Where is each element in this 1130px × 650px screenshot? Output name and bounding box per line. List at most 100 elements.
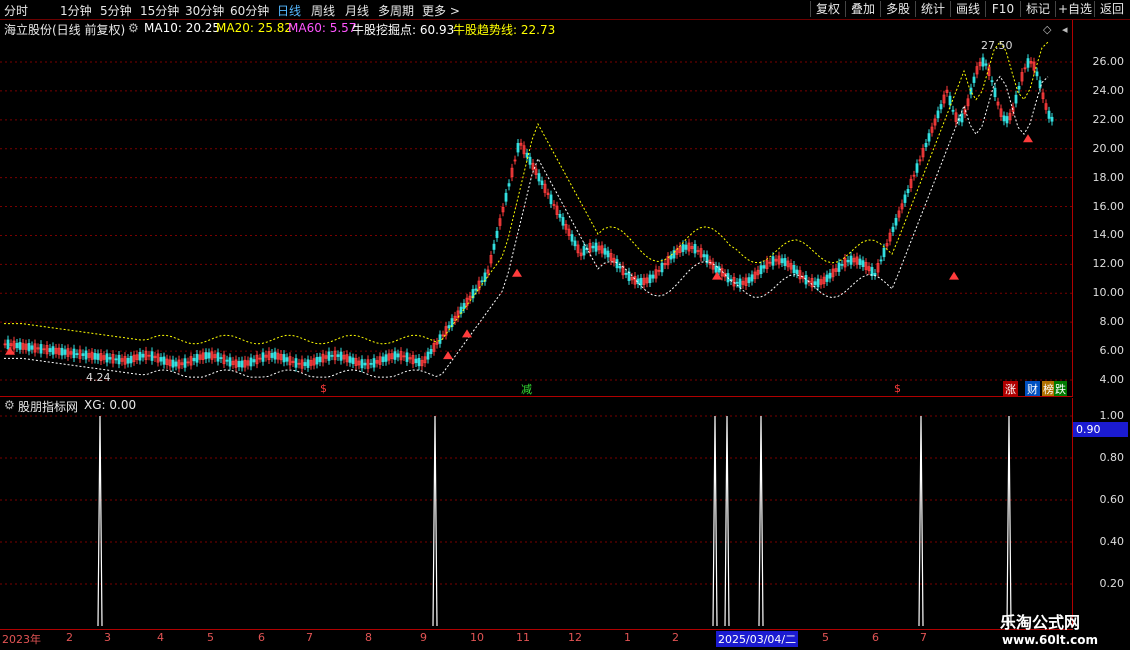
price-tick-label: 18.00 <box>1092 170 1125 184</box>
pane-separator <box>0 396 1073 397</box>
candle-body <box>150 351 154 361</box>
period-tab-5min[interactable]: 5分钟 <box>100 2 132 19</box>
candle-body <box>195 353 199 363</box>
tag-finance[interactable]: 财 <box>1025 381 1040 397</box>
date-axis-label: 2023年 <box>2 633 41 646</box>
watermark-title: 乐淘公式网 <box>1000 613 1081 632</box>
candle-body <box>474 288 478 291</box>
draw-line-button[interactable]: 画线 <box>950 1 985 17</box>
date-axis-label: 11 <box>516 631 530 644</box>
period-tab-daily[interactable]: 日线 <box>277 2 301 19</box>
candle-body <box>315 356 319 365</box>
fq-button[interactable]: 复权 <box>810 1 845 17</box>
candle-body <box>1002 115 1006 122</box>
overlay-button[interactable]: 叠加 <box>845 1 880 17</box>
candle-body <box>306 359 310 368</box>
signal-spike <box>918 415 924 627</box>
back-button[interactable]: 返回 <box>1094 1 1129 17</box>
candle-body <box>951 109 955 112</box>
price-axis: 26.00 24.00 22.00 20.00 18.00 16.00 14.00 12.00… <box>1072 20 1130 396</box>
period-tab-monthly[interactable]: 月线 <box>345 2 369 19</box>
candle-body <box>108 357 112 360</box>
candle-body <box>972 76 976 83</box>
period-tab-30min[interactable]: 30分钟 <box>185 2 224 19</box>
candle-body <box>117 354 121 365</box>
candle-body <box>984 63 988 66</box>
candle-body <box>207 352 211 359</box>
stats-button[interactable]: 统计 <box>915 1 950 17</box>
candle-body <box>294 358 298 368</box>
add-watchlist-button[interactable]: +自选 <box>1055 1 1094 17</box>
candle-body <box>414 358 418 364</box>
signal-indicator-chart[interactable] <box>0 398 1073 628</box>
date-axis-label: 8 <box>365 631 372 644</box>
candle-body <box>540 180 544 186</box>
candle-body <box>381 356 385 363</box>
candlestick-chart[interactable] <box>0 20 1073 396</box>
candle-body <box>948 95 952 106</box>
tag-rise[interactable]: 涨 <box>1003 381 1018 397</box>
candle-body <box>735 281 739 284</box>
sub-tick-label: 0.80 <box>1099 451 1125 464</box>
candle-body <box>225 359 229 362</box>
candle-body <box>504 192 508 202</box>
period-tab-weekly[interactable]: 周线 <box>311 2 335 19</box>
signal-spikes <box>97 415 1012 627</box>
date-axis-label: 2025/03/04/二 <box>716 631 799 647</box>
price-tick-label: 26.00 <box>1092 55 1125 68</box>
candle-body <box>72 348 76 359</box>
sub-tick-label: 0.60 <box>1099 493 1125 506</box>
period-tab-multi[interactable]: 多周期 <box>378 2 414 19</box>
candle-body <box>93 352 97 360</box>
period-tab-fenshi[interactable]: 分时 <box>4 2 28 19</box>
candle-body <box>138 352 142 361</box>
watermark-url: www.60lt.com <box>1002 633 1099 647</box>
candle-body <box>891 226 895 233</box>
mark-button[interactable]: 标记 <box>1020 1 1055 17</box>
candle-body <box>507 183 511 187</box>
candle-body <box>63 349 67 355</box>
candle-body <box>60 347 64 356</box>
candle-body <box>27 343 31 352</box>
candle-body <box>363 362 367 366</box>
date-axis-label: 4 <box>157 631 164 644</box>
sub-tick-label: 0.20 <box>1099 577 1125 590</box>
ma-lines <box>4 40 1049 378</box>
price-tick-label: 16.00 <box>1092 199 1125 213</box>
candle-body <box>594 242 598 252</box>
period-tab-more[interactable]: 更多 > <box>422 2 460 19</box>
signal-spike <box>758 415 764 627</box>
candle-body <box>96 353 100 360</box>
candle-body <box>1014 94 1018 104</box>
candle-body <box>18 342 22 350</box>
price-tick-label: 4.00 <box>1099 373 1125 386</box>
marker-dollar-2: $ <box>894 382 901 395</box>
crosshair-value-box: 0.90 <box>1073 422 1128 437</box>
candle-body <box>183 358 187 368</box>
tag-fall[interactable]: 跌 <box>1054 381 1067 397</box>
candle-body <box>906 189 910 194</box>
candle-body <box>114 358 118 361</box>
period-tab-15min[interactable]: 15分钟 <box>140 2 179 19</box>
candle-body <box>780 258 784 264</box>
f10-button[interactable]: F10 <box>985 1 1020 17</box>
multi-stock-button[interactable]: 多股 <box>880 1 915 17</box>
candle-body <box>81 353 85 356</box>
candle-body <box>924 142 928 148</box>
candle-body <box>1038 80 1042 89</box>
period-tab-60min[interactable]: 60分钟 <box>230 2 269 19</box>
candle-body <box>738 278 742 288</box>
date-axis-label: 10 <box>470 631 484 644</box>
candle-body <box>639 277 643 286</box>
marker-reduce: 减 <box>521 383 532 396</box>
candle-body <box>582 246 586 256</box>
candle-body <box>162 356 166 365</box>
candle-body <box>75 353 79 355</box>
candle-body <box>570 234 574 242</box>
candle-body <box>558 213 562 218</box>
candle-body <box>429 349 433 354</box>
candle-body <box>492 243 496 250</box>
period-tab-1min[interactable]: 1分钟 <box>60 2 92 19</box>
candle-body <box>459 306 463 314</box>
date-axis-label: 3 <box>104 631 111 644</box>
